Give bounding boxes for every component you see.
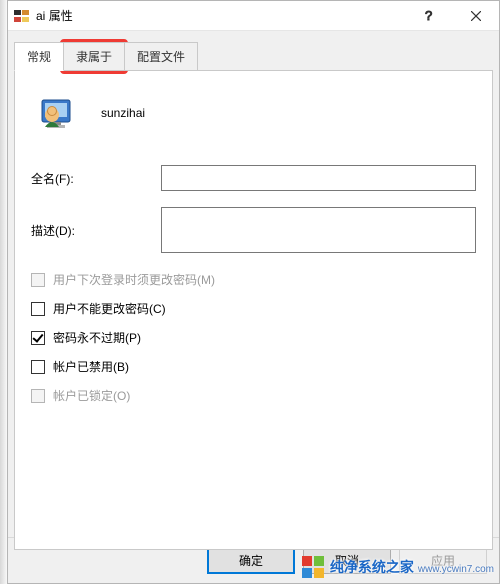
tab-strip: 常规 隶属于 配置文件 — [14, 41, 493, 70]
description-input[interactable] — [161, 207, 476, 253]
chk-password-never-expires[interactable]: 密码永不过期(P) — [31, 329, 476, 346]
titlebar: ai 属性 ? — [8, 1, 499, 31]
fullname-row: 全名(F): — [31, 165, 476, 191]
chk-account-disabled[interactable]: 帐户已禁用(B) — [31, 358, 476, 375]
fullname-input[interactable] — [161, 165, 476, 191]
chk-account-locked: 帐户已锁定(O) — [31, 387, 476, 404]
tab-profile[interactable]: 配置文件 — [124, 42, 198, 71]
fullname-label: 全名(F): — [31, 170, 161, 187]
checkbox-icon — [31, 389, 45, 403]
svg-text:?: ? — [425, 9, 432, 23]
checkbox-group: 用户下次登录时须更改密码(M) 用户不能更改密码(C) 密码永不过期(P) 帐户… — [31, 271, 476, 404]
checkbox-icon — [31, 302, 45, 316]
user-header: sunzihai — [31, 95, 476, 131]
checkbox-icon — [31, 331, 45, 345]
checkbox-icon — [31, 360, 45, 374]
tab-member-of[interactable]: 隶属于 — [63, 42, 125, 71]
properties-window: ai 属性 ? 常规 隶属于 配置文件 — [7, 0, 500, 584]
chk-label: 帐户已禁用(B) — [53, 358, 129, 375]
user-name-label: sunzihai — [101, 106, 145, 120]
watermark-logo-icon — [302, 556, 324, 578]
description-label: 描述(D): — [31, 222, 161, 239]
client-area: 常规 隶属于 配置文件 — [8, 31, 499, 550]
chk-cannot-change-password[interactable]: 用户不能更改密码(C) — [31, 300, 476, 317]
tab-panel-general: sunzihai 全名(F): 描述(D): 用户下次登录时须更改密码(M) 用… — [14, 70, 493, 550]
window-title: ai 属性 — [30, 7, 407, 24]
tab-general[interactable]: 常规 — [14, 42, 64, 71]
close-button[interactable] — [453, 1, 499, 31]
checkbox-icon — [31, 273, 45, 287]
chk-label: 用户下次登录时须更改密码(M) — [53, 271, 215, 288]
app-icon — [14, 8, 30, 24]
chk-must-change-password: 用户下次登录时须更改密码(M) — [31, 271, 476, 288]
chk-label: 密码永不过期(P) — [53, 329, 141, 346]
watermark: 纯净系统之家 www.ycwin7.com — [302, 556, 494, 578]
description-row: 描述(D): — [31, 207, 476, 253]
user-icon — [39, 95, 75, 131]
help-button[interactable]: ? — [407, 1, 453, 31]
watermark-url: www.ycwin7.com — [418, 564, 494, 575]
chk-label: 帐户已锁定(O) — [53, 387, 130, 404]
watermark-text: 纯净系统之家 — [330, 557, 414, 577]
chk-label: 用户不能更改密码(C) — [53, 300, 166, 317]
ok-button[interactable]: 确定 — [207, 548, 295, 574]
left-shadow — [0, 0, 7, 584]
